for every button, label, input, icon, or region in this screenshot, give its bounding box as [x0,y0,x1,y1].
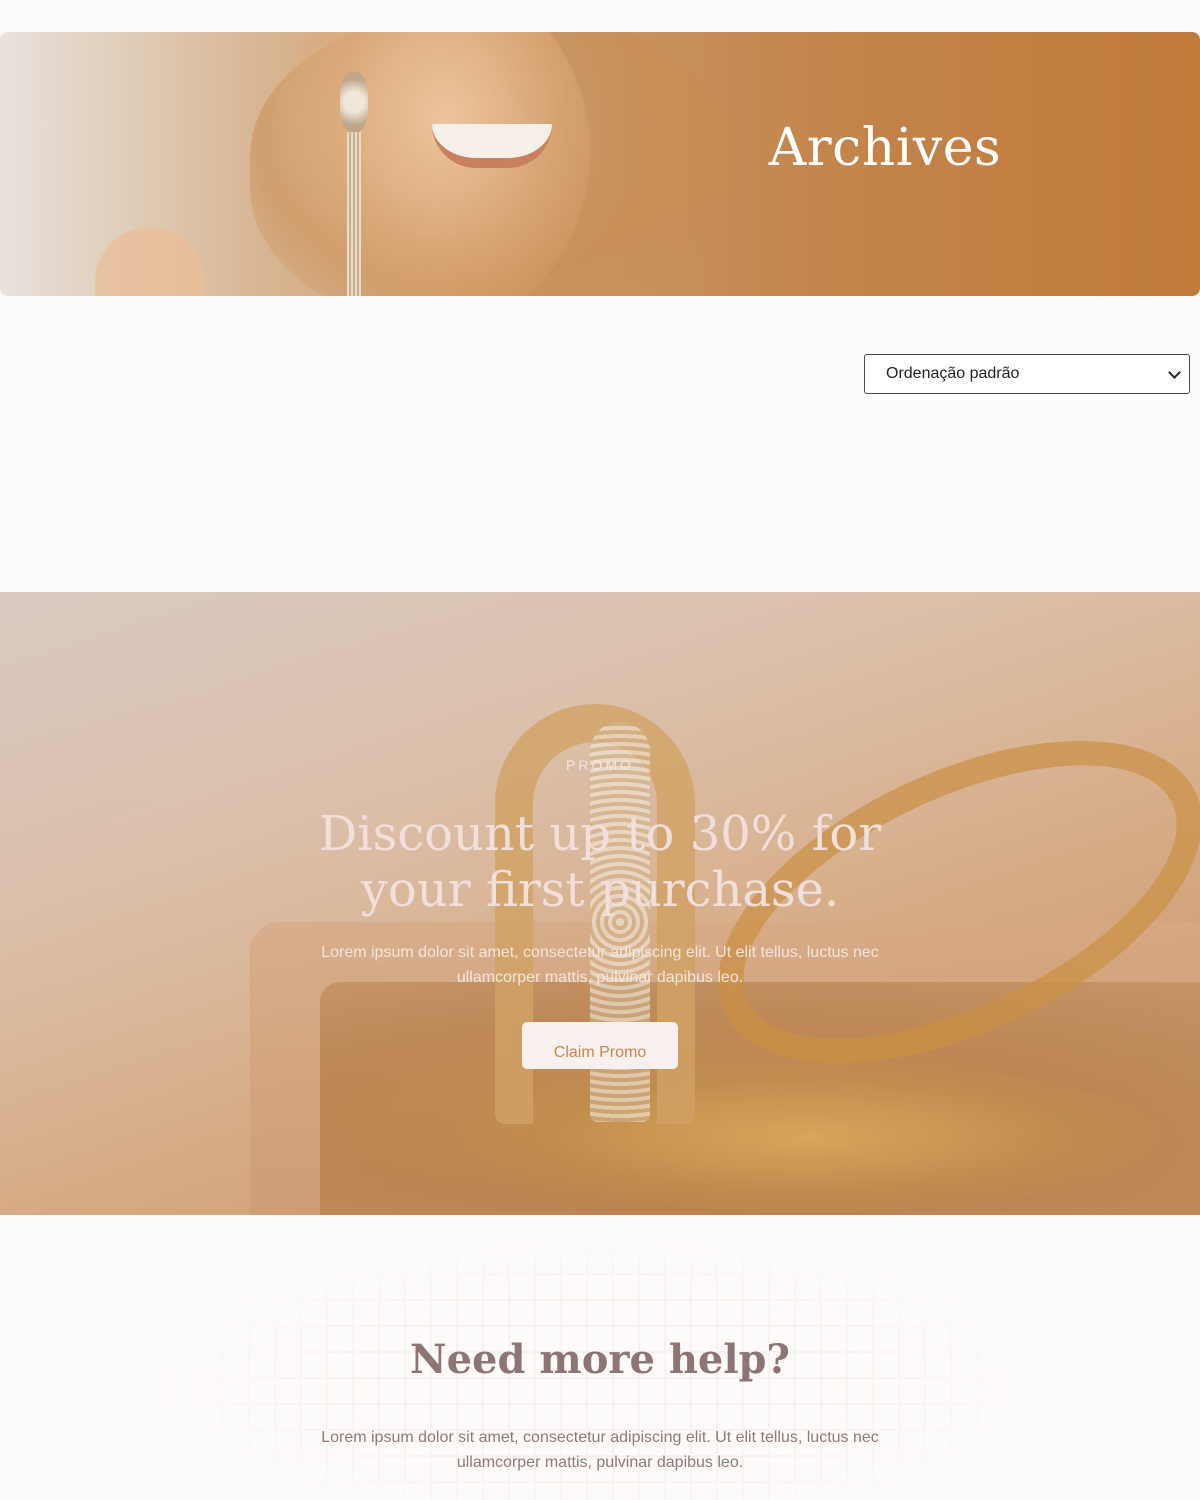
hero-photo-earring [340,72,368,296]
promo-heading: Discount up to 30% for your first purcha… [318,806,882,918]
sort-order-value: Ordenação padrão [886,365,1020,382]
claim-promo-button[interactable]: Claim Promo [522,1022,678,1069]
hero-photo-face [270,32,590,296]
chevron-down-icon [1168,365,1181,379]
help-description: Lorem ipsum dolor sit amet, consectetur … [321,1429,879,1471]
hero-photo-hand [95,227,205,296]
page-title: Archives [768,118,1002,178]
help-heading: Need more help? [410,1336,790,1383]
sort-order-select[interactable]: Ordenação padrão [864,354,1190,394]
promo-eyebrow: PROMO [566,757,634,773]
promo-description: Lorem ipsum dolor sit amet, consectetur … [321,944,879,986]
